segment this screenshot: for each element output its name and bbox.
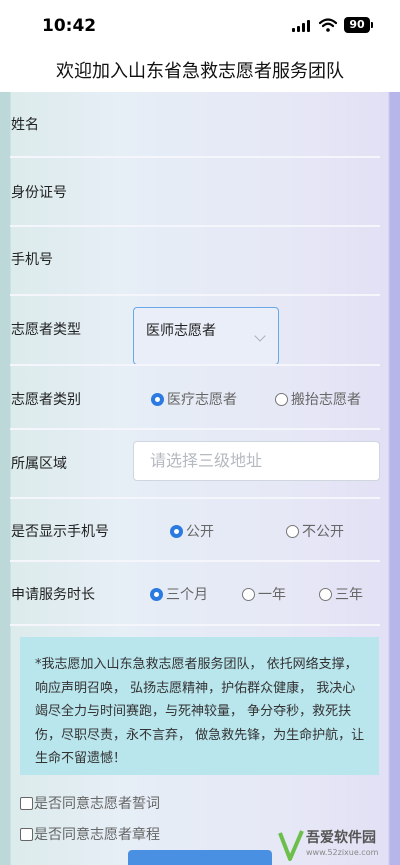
radio-checked-icon <box>170 524 183 538</box>
form-panel: 姓名 身份证号 手机号 志愿者类型 医师志愿者 志愿者类别 医疗志愿者 搬抬志愿… <box>0 92 400 865</box>
watermark-name: 吾爱软件园 <box>306 830 376 846</box>
id-number-field[interactable] <box>10 160 380 224</box>
radio-label: 搬抬志愿者 <box>291 392 361 408</box>
region-input[interactable] <box>134 442 370 478</box>
radio-one-year[interactable]: 一年 <box>242 584 286 604</box>
divider <box>10 364 380 366</box>
status-bar: 10:42 90 <box>0 0 400 52</box>
wifi-icon <box>319 18 337 32</box>
cellular-signal-icon <box>292 20 314 32</box>
battery-cap <box>371 22 373 28</box>
divider <box>10 225 380 227</box>
checkbox-unchecked-icon <box>20 827 33 841</box>
radio-three-years[interactable]: 三年 <box>319 584 363 604</box>
checkbox-label: 是否同意志愿者章程 <box>34 827 160 843</box>
battery-icon: 90 <box>344 17 370 33</box>
divider <box>10 624 380 626</box>
checkbox-unchecked-icon <box>20 796 33 810</box>
page-title: 欢迎加入山东省急救志愿者服务团队 <box>0 52 400 92</box>
volunteer-category-label: 志愿者类别 <box>11 392 81 408</box>
submit-button[interactable] <box>128 850 272 865</box>
volunteer-type-label: 志愿者类型 <box>11 322 81 338</box>
divider <box>10 156 380 158</box>
chevron-down-icon <box>254 330 266 342</box>
watermark-logo-icon <box>278 830 304 861</box>
radio-label: 公开 <box>186 524 214 540</box>
agree-charter-checkbox[interactable]: 是否同意志愿者章程 <box>20 824 160 844</box>
watermark-url: www.52zixue.com <box>306 848 379 857</box>
radio-medical-volunteer[interactable]: 医疗志愿者 <box>151 389 237 409</box>
volunteer-type-value: 医师志愿者 <box>146 323 216 339</box>
agree-oath-checkbox[interactable]: 是否同意志愿者誓词 <box>20 793 160 813</box>
divider <box>10 428 380 430</box>
divider <box>10 294 380 296</box>
radio-private[interactable]: 不公开 <box>286 521 344 541</box>
radio-checked-icon <box>150 587 163 601</box>
name-field[interactable] <box>10 94 380 154</box>
region-input-box <box>133 441 380 481</box>
phone-field[interactable] <box>10 229 380 293</box>
radio-checked-icon <box>151 392 164 406</box>
radio-label: 三个月 <box>166 587 208 603</box>
radio-stretcher-volunteer[interactable]: 搬抬志愿者 <box>275 389 361 409</box>
duration-label: 申请服务时长 <box>11 587 95 603</box>
volunteer-type-select[interactable]: 医师志愿者 <box>133 307 279 365</box>
radio-unchecked-icon <box>319 587 332 601</box>
watermark: 吾爱软件园 www.52zixue.com <box>278 827 400 865</box>
radio-three-months[interactable]: 三个月 <box>150 584 208 604</box>
radio-label: 一年 <box>258 587 286 603</box>
divider <box>10 497 380 499</box>
radio-unchecked-icon <box>242 587 255 601</box>
radio-label: 三年 <box>335 587 363 603</box>
checkbox-label: 是否同意志愿者誓词 <box>34 796 160 812</box>
radio-label: 不公开 <box>302 524 344 540</box>
region-label: 所属区域 <box>11 456 67 472</box>
oath-notice: *我志愿加入山东急救志愿者服务团队， 依托网络支撑，响应声明召唤， 弘扬志愿精神… <box>20 637 379 775</box>
radio-public[interactable]: 公开 <box>170 521 214 541</box>
radio-unchecked-icon <box>275 392 288 406</box>
show-phone-label: 是否显示手机号 <box>11 524 109 540</box>
radio-label: 医疗志愿者 <box>167 392 237 408</box>
radio-unchecked-icon <box>286 524 299 538</box>
divider <box>10 560 380 562</box>
status-time: 10:42 <box>42 16 97 36</box>
